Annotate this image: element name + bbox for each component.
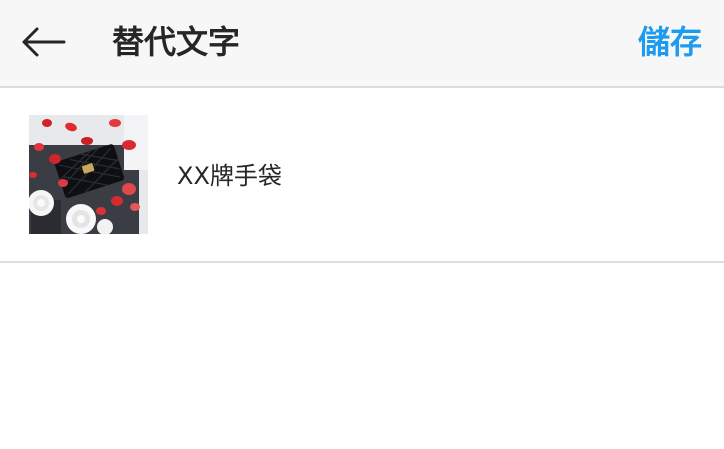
alt-text-value[interactable]: XX牌手袋: [177, 88, 282, 261]
page-title: 替代文字: [112, 23, 241, 61]
top-bar: 替代文字 儲存: [0, 0, 724, 88]
arrow-left-icon: [22, 27, 66, 57]
alt-text-row: XX牌手袋: [0, 88, 724, 263]
back-button[interactable]: [16, 20, 70, 64]
photo-thumbnail: [29, 115, 148, 234]
save-button[interactable]: 儲存: [638, 0, 702, 86]
